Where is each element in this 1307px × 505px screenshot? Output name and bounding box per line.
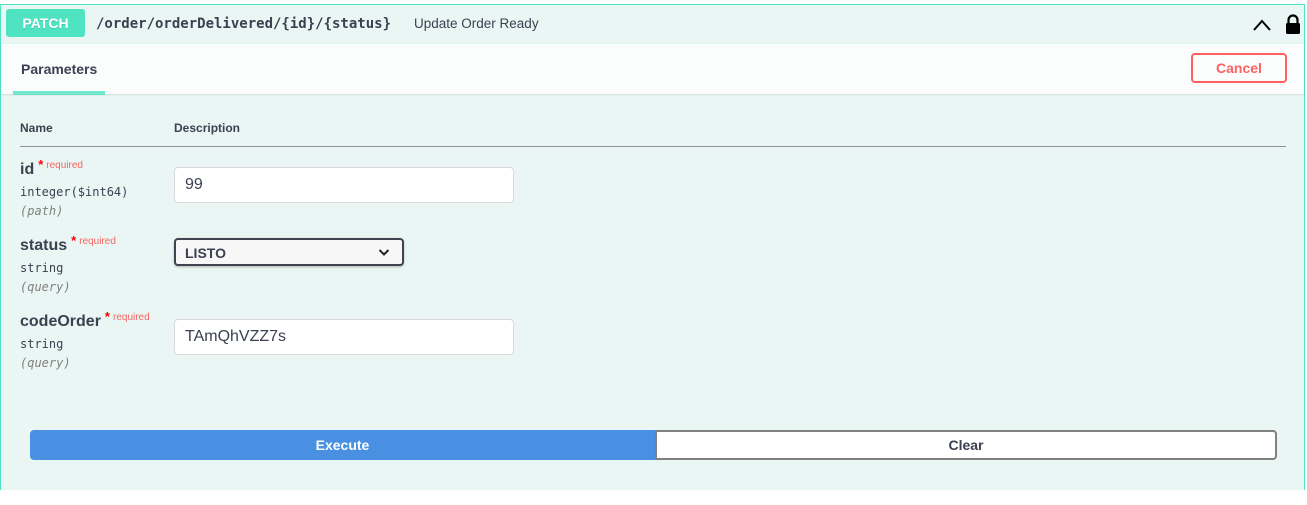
param-type-status: string — [20, 261, 64, 275]
required-label: required — [46, 160, 83, 171]
table-header-divider — [20, 146, 1286, 147]
param-name-text: status — [20, 237, 68, 254]
status-selected-value: LISTO — [185, 245, 226, 261]
param-name-text: id — [20, 161, 35, 178]
codeorder-input[interactable] — [174, 319, 514, 355]
required-label: required — [79, 236, 116, 247]
endpoint-path: /order/orderDelivered/{id}/{status} — [96, 16, 392, 32]
status-select[interactable]: LISTO — [174, 238, 404, 266]
param-name-id: id * required — [20, 157, 83, 179]
lock-icon[interactable] — [1284, 14, 1302, 34]
cancel-button[interactable]: Cancel — [1191, 53, 1287, 83]
param-in-status: (query) — [20, 280, 71, 294]
id-input[interactable] — [174, 167, 514, 203]
param-name-text: codeOrder — [20, 313, 101, 330]
execute-button[interactable]: Execute — [30, 430, 655, 460]
operation-summary[interactable]: PATCH /order/orderDelivered/{id}/{status… — [1, 5, 1304, 44]
param-name-status: status * required — [20, 233, 116, 255]
column-header-name: Name — [20, 121, 53, 135]
param-type-codeorder: string — [20, 337, 64, 351]
required-label: required — [112, 312, 150, 323]
param-in-codeorder: (query) — [20, 356, 71, 370]
param-name-codeorder: codeOrder * required — [20, 309, 150, 331]
clear-button[interactable]: Clear — [655, 430, 1277, 460]
endpoint-summary: Update Order Ready — [414, 16, 539, 31]
method-badge: PATCH — [6, 9, 85, 37]
chevron-down-icon — [378, 249, 390, 256]
tab-parameters-label: Parameters — [21, 61, 98, 77]
required-marker: * — [104, 309, 110, 324]
required-marker: * — [38, 157, 44, 172]
chevron-up-icon[interactable] — [1252, 18, 1272, 32]
column-header-description: Description — [174, 121, 241, 135]
param-type-id: integer($int64) — [20, 185, 129, 199]
required-marker: * — [71, 233, 77, 248]
param-in-id: (path) — [20, 204, 64, 218]
parameters-header: Parameters Cancel — [1, 43, 1304, 95]
tab-active-indicator — [13, 91, 105, 95]
tab-parameters[interactable]: Parameters — [13, 43, 105, 95]
